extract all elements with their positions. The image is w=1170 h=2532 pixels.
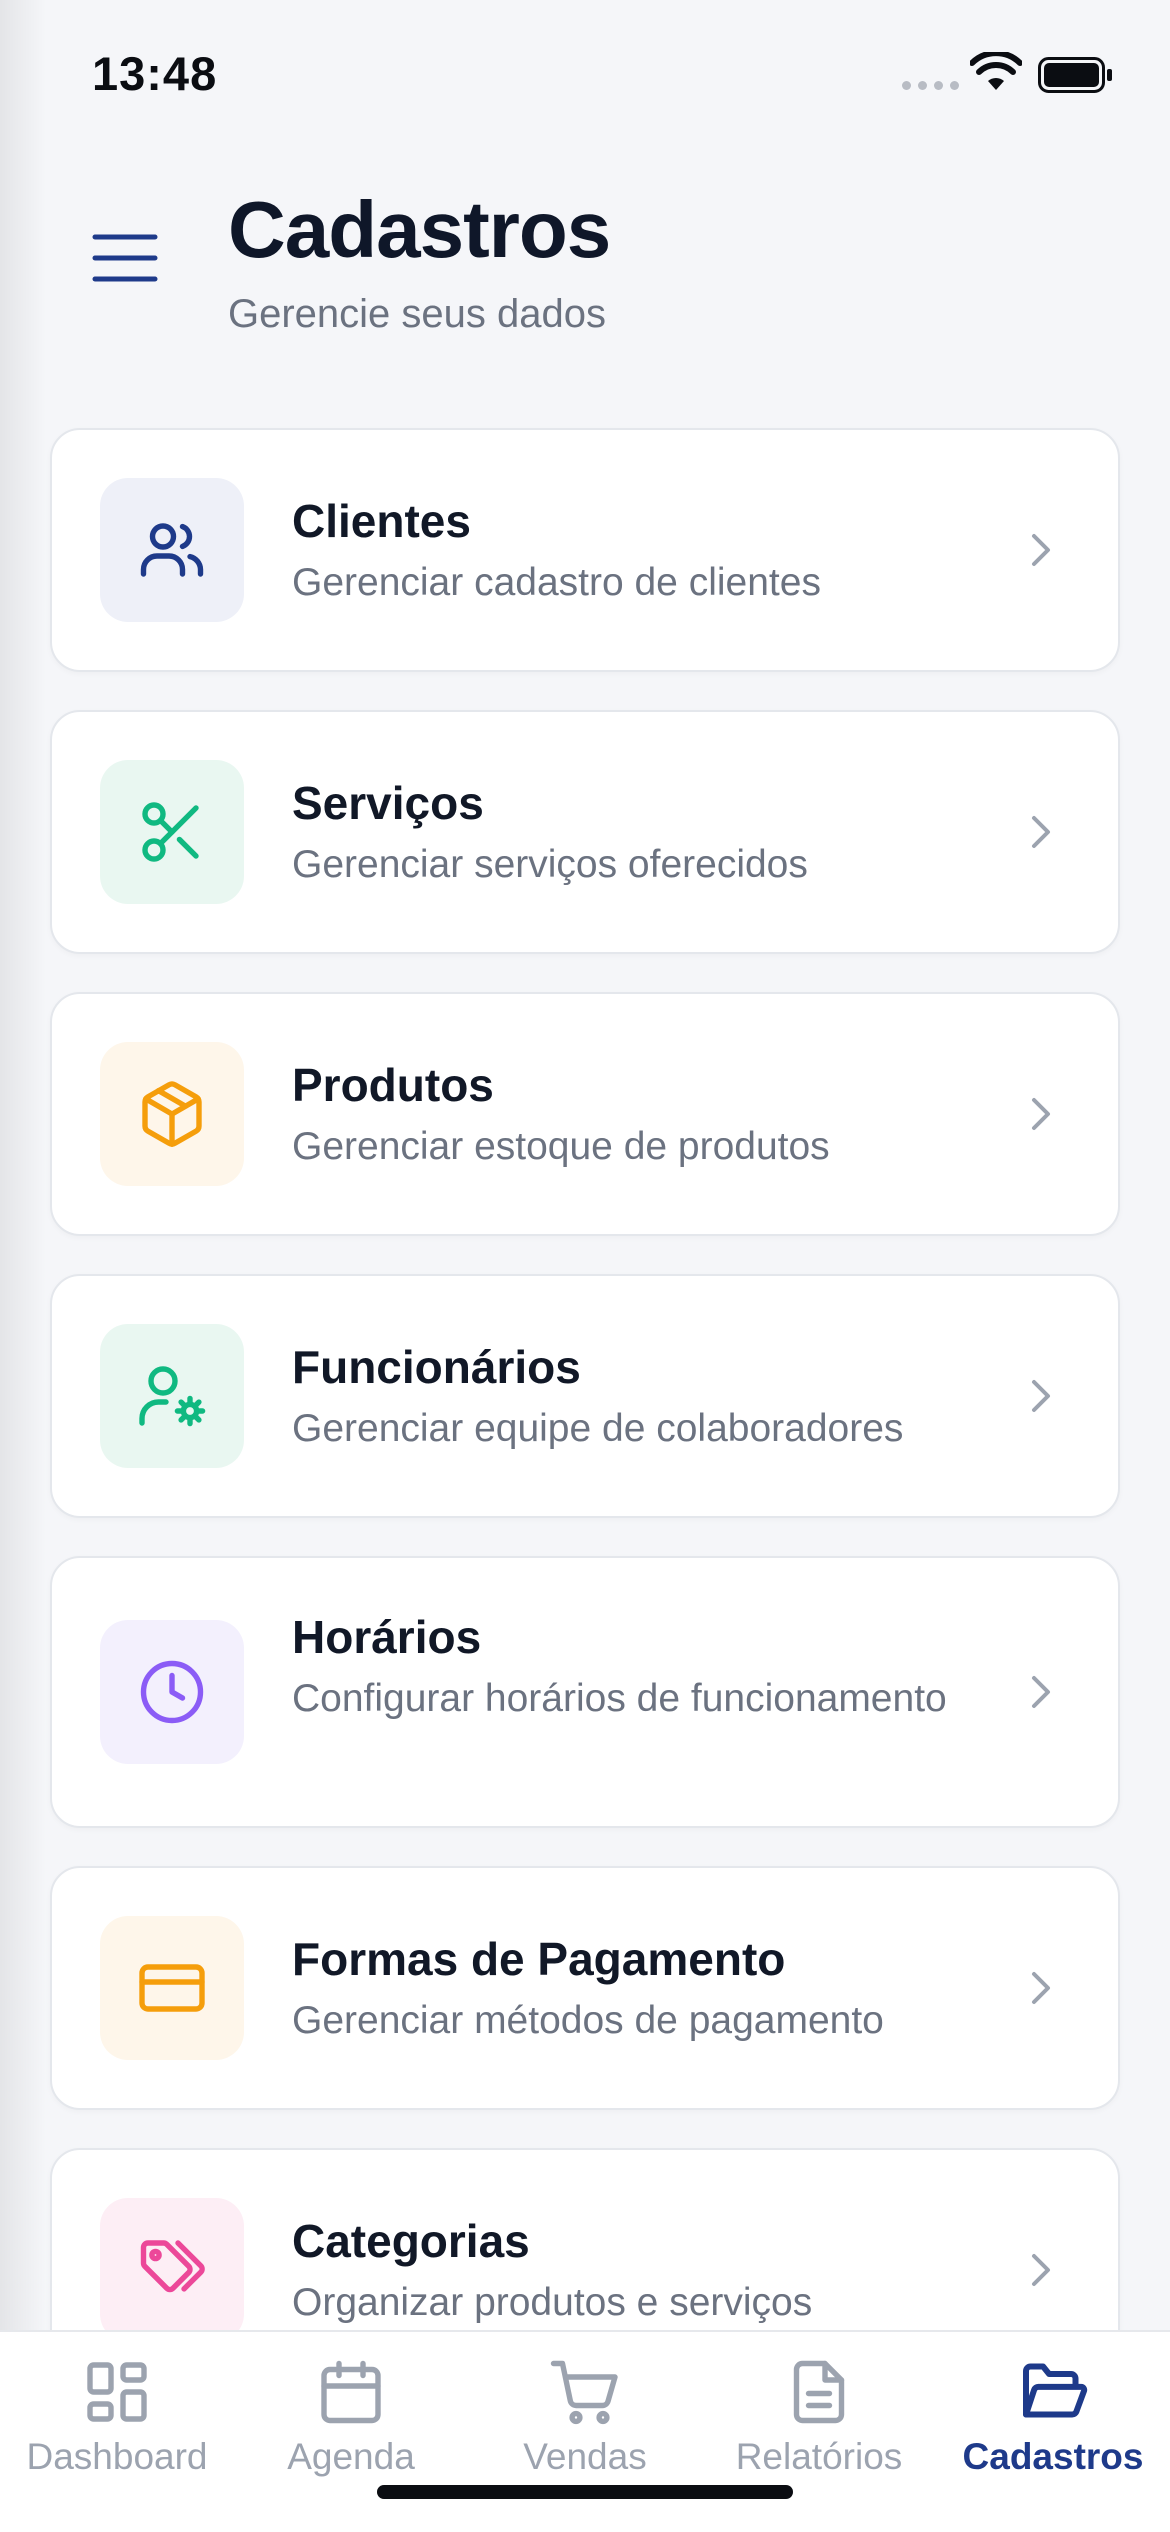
edge-shadow	[0, 0, 46, 2532]
tab-agenda[interactable]: Agenda	[234, 2332, 468, 2492]
card-servicos[interactable]: Serviços Gerenciar serviços oferecidos	[50, 710, 1120, 954]
card-funcionarios[interactable]: Funcionários Gerenciar equipe de colabor…	[50, 1274, 1120, 1518]
cellular-signal-icon	[902, 81, 959, 90]
page-subtitle: Gerencie seus dados	[228, 292, 607, 336]
tab-cadastros[interactable]: Cadastros	[936, 2332, 1170, 2492]
tags-icon	[140, 2240, 205, 2293]
scissors-icon	[142, 802, 199, 862]
icon-tile	[100, 760, 244, 904]
card-description: Organizar produtos e serviços	[292, 2281, 813, 2324]
tab-label: Vendas	[523, 2436, 647, 2477]
battery-icon	[1038, 57, 1112, 93]
icon-tile	[100, 1042, 244, 1186]
card-description: Gerenciar estoque de produtos	[292, 1125, 830, 1168]
icon-tile	[100, 478, 244, 622]
tab-label: Dashboard	[26, 2436, 208, 2477]
users-icon	[140, 523, 204, 577]
status-bar: 13:48	[0, 0, 1170, 150]
icon-tile	[100, 1916, 244, 2060]
chevron-right-icon	[1032, 1098, 1050, 1130]
cart-icon	[550, 2360, 618, 2425]
page-title: Cadastros	[228, 185, 611, 274]
registry-list: Clientes Gerenciar cadastro de clientes …	[50, 428, 1120, 2430]
card-clientes[interactable]: Clientes Gerenciar cadastro de clientes	[50, 428, 1120, 672]
icon-tile	[100, 1324, 244, 1468]
chevron-right-icon	[1032, 1380, 1050, 1412]
tab-label: Cadastros	[962, 2436, 1144, 2477]
credit-card-icon	[139, 1964, 205, 2012]
card-produtos[interactable]: Produtos Gerenciar estoque de produtos	[50, 992, 1120, 1236]
hamburger-menu-icon[interactable]	[92, 232, 158, 284]
card-title: Categorias	[292, 2215, 530, 2267]
icon-tile	[100, 1620, 244, 1764]
chevron-right-icon	[1032, 534, 1050, 566]
report-icon	[793, 2360, 845, 2424]
card-title: Produtos	[292, 1059, 494, 1111]
bottom-tab-bar: Dashboard Agenda Vendas Relatórios Cadas…	[0, 2330, 1170, 2532]
package-icon	[142, 1081, 202, 1147]
icon-tile	[100, 2198, 244, 2342]
tab-relatorios[interactable]: Relatórios	[702, 2332, 936, 2492]
card-description: Gerenciar métodos de pagamento	[292, 1999, 884, 2042]
card-description: Configurar horários de funcionamento	[292, 1677, 947, 1720]
card-description: Gerenciar serviços oferecidos	[292, 843, 808, 886]
card-horarios[interactable]: Horários Configurar horários de funciona…	[50, 1556, 1120, 1828]
status-time: 13:48	[92, 47, 218, 100]
clock-icon	[140, 1660, 204, 1724]
card-title: Funcionários	[292, 1341, 581, 1393]
tab-label: Relatórios	[735, 2436, 903, 2477]
screen: 13:48 Cadastros Gerencie seus dados Clie…	[0, 0, 1170, 2532]
card-title: Horários	[292, 1611, 482, 1663]
card-title: Clientes	[292, 495, 471, 547]
card-description: Gerenciar cadastro de clientes	[292, 561, 821, 604]
chevron-right-icon	[1032, 2254, 1050, 2286]
tab-label: Agenda	[287, 2436, 415, 2477]
tab-vendas[interactable]: Vendas	[468, 2332, 702, 2492]
dashboard-icon	[87, 2362, 147, 2422]
card-description: Gerenciar equipe de colaboradores	[292, 1407, 904, 1450]
user-cog-icon	[139, 1366, 206, 1427]
card-title: Formas de Pagamento	[292, 1933, 786, 1985]
chevron-right-icon	[1032, 1972, 1050, 2004]
wifi-icon	[970, 52, 1022, 90]
chevron-right-icon	[1032, 816, 1050, 848]
card-formas-de-pagamento[interactable]: Formas de Pagamento Gerenciar métodos de…	[50, 1866, 1120, 2110]
chevron-right-icon	[1032, 1676, 1050, 1708]
tab-dashboard[interactable]: Dashboard	[0, 2332, 234, 2492]
home-indicator	[377, 2485, 793, 2499]
calendar-icon	[321, 2360, 381, 2424]
folder-open-icon	[1023, 2363, 1088, 2418]
card-title: Serviços	[292, 777, 484, 829]
